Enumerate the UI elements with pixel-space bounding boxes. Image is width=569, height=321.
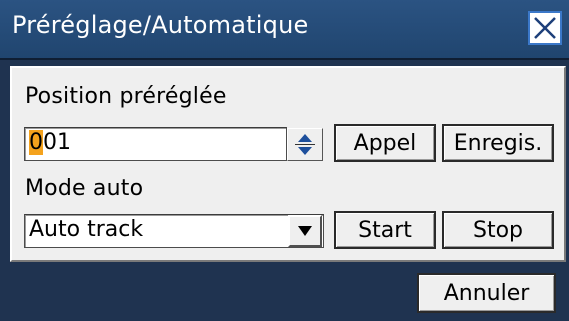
call-preset-button[interactable]: Appel	[334, 124, 436, 162]
preset-number-input[interactable]: 001	[24, 127, 287, 161]
preset-position-label: Position préréglée	[25, 84, 227, 109]
preset-number-cursor-digit: 0	[29, 130, 43, 155]
title-bar: Préréglage/Automatique	[0, 0, 569, 60]
cancel-label: Annuler	[443, 281, 530, 306]
auto-mode-select[interactable]: Auto track	[24, 214, 324, 248]
preset-number-spinner[interactable]	[287, 128, 323, 161]
stop-button[interactable]: Stop	[442, 211, 554, 249]
preset-number-rest: 01	[43, 130, 71, 155]
call-preset-label: Appel	[353, 131, 417, 156]
stop-label: Stop	[472, 218, 523, 243]
preset-auto-panel: Position préréglée 001 Appel Enregis. Mo…	[10, 66, 566, 262]
close-button[interactable]	[528, 11, 562, 45]
register-preset-button[interactable]: Enregis.	[442, 124, 554, 162]
close-icon	[534, 17, 556, 39]
window-title: Préréglage/Automatique	[12, 11, 309, 39]
cancel-button[interactable]: Annuler	[417, 273, 556, 313]
chevron-down-icon	[298, 226, 312, 236]
start-label: Start	[358, 218, 412, 243]
auto-mode-label: Mode auto	[25, 176, 144, 201]
up-down-spinner-icon	[295, 134, 315, 155]
preset-number-value: 001	[29, 130, 71, 155]
start-button[interactable]: Start	[334, 211, 436, 249]
auto-mode-dropdown-button[interactable]	[288, 215, 322, 247]
register-preset-label: Enregis.	[453, 131, 543, 156]
auto-mode-selected-value: Auto track	[29, 217, 144, 242]
